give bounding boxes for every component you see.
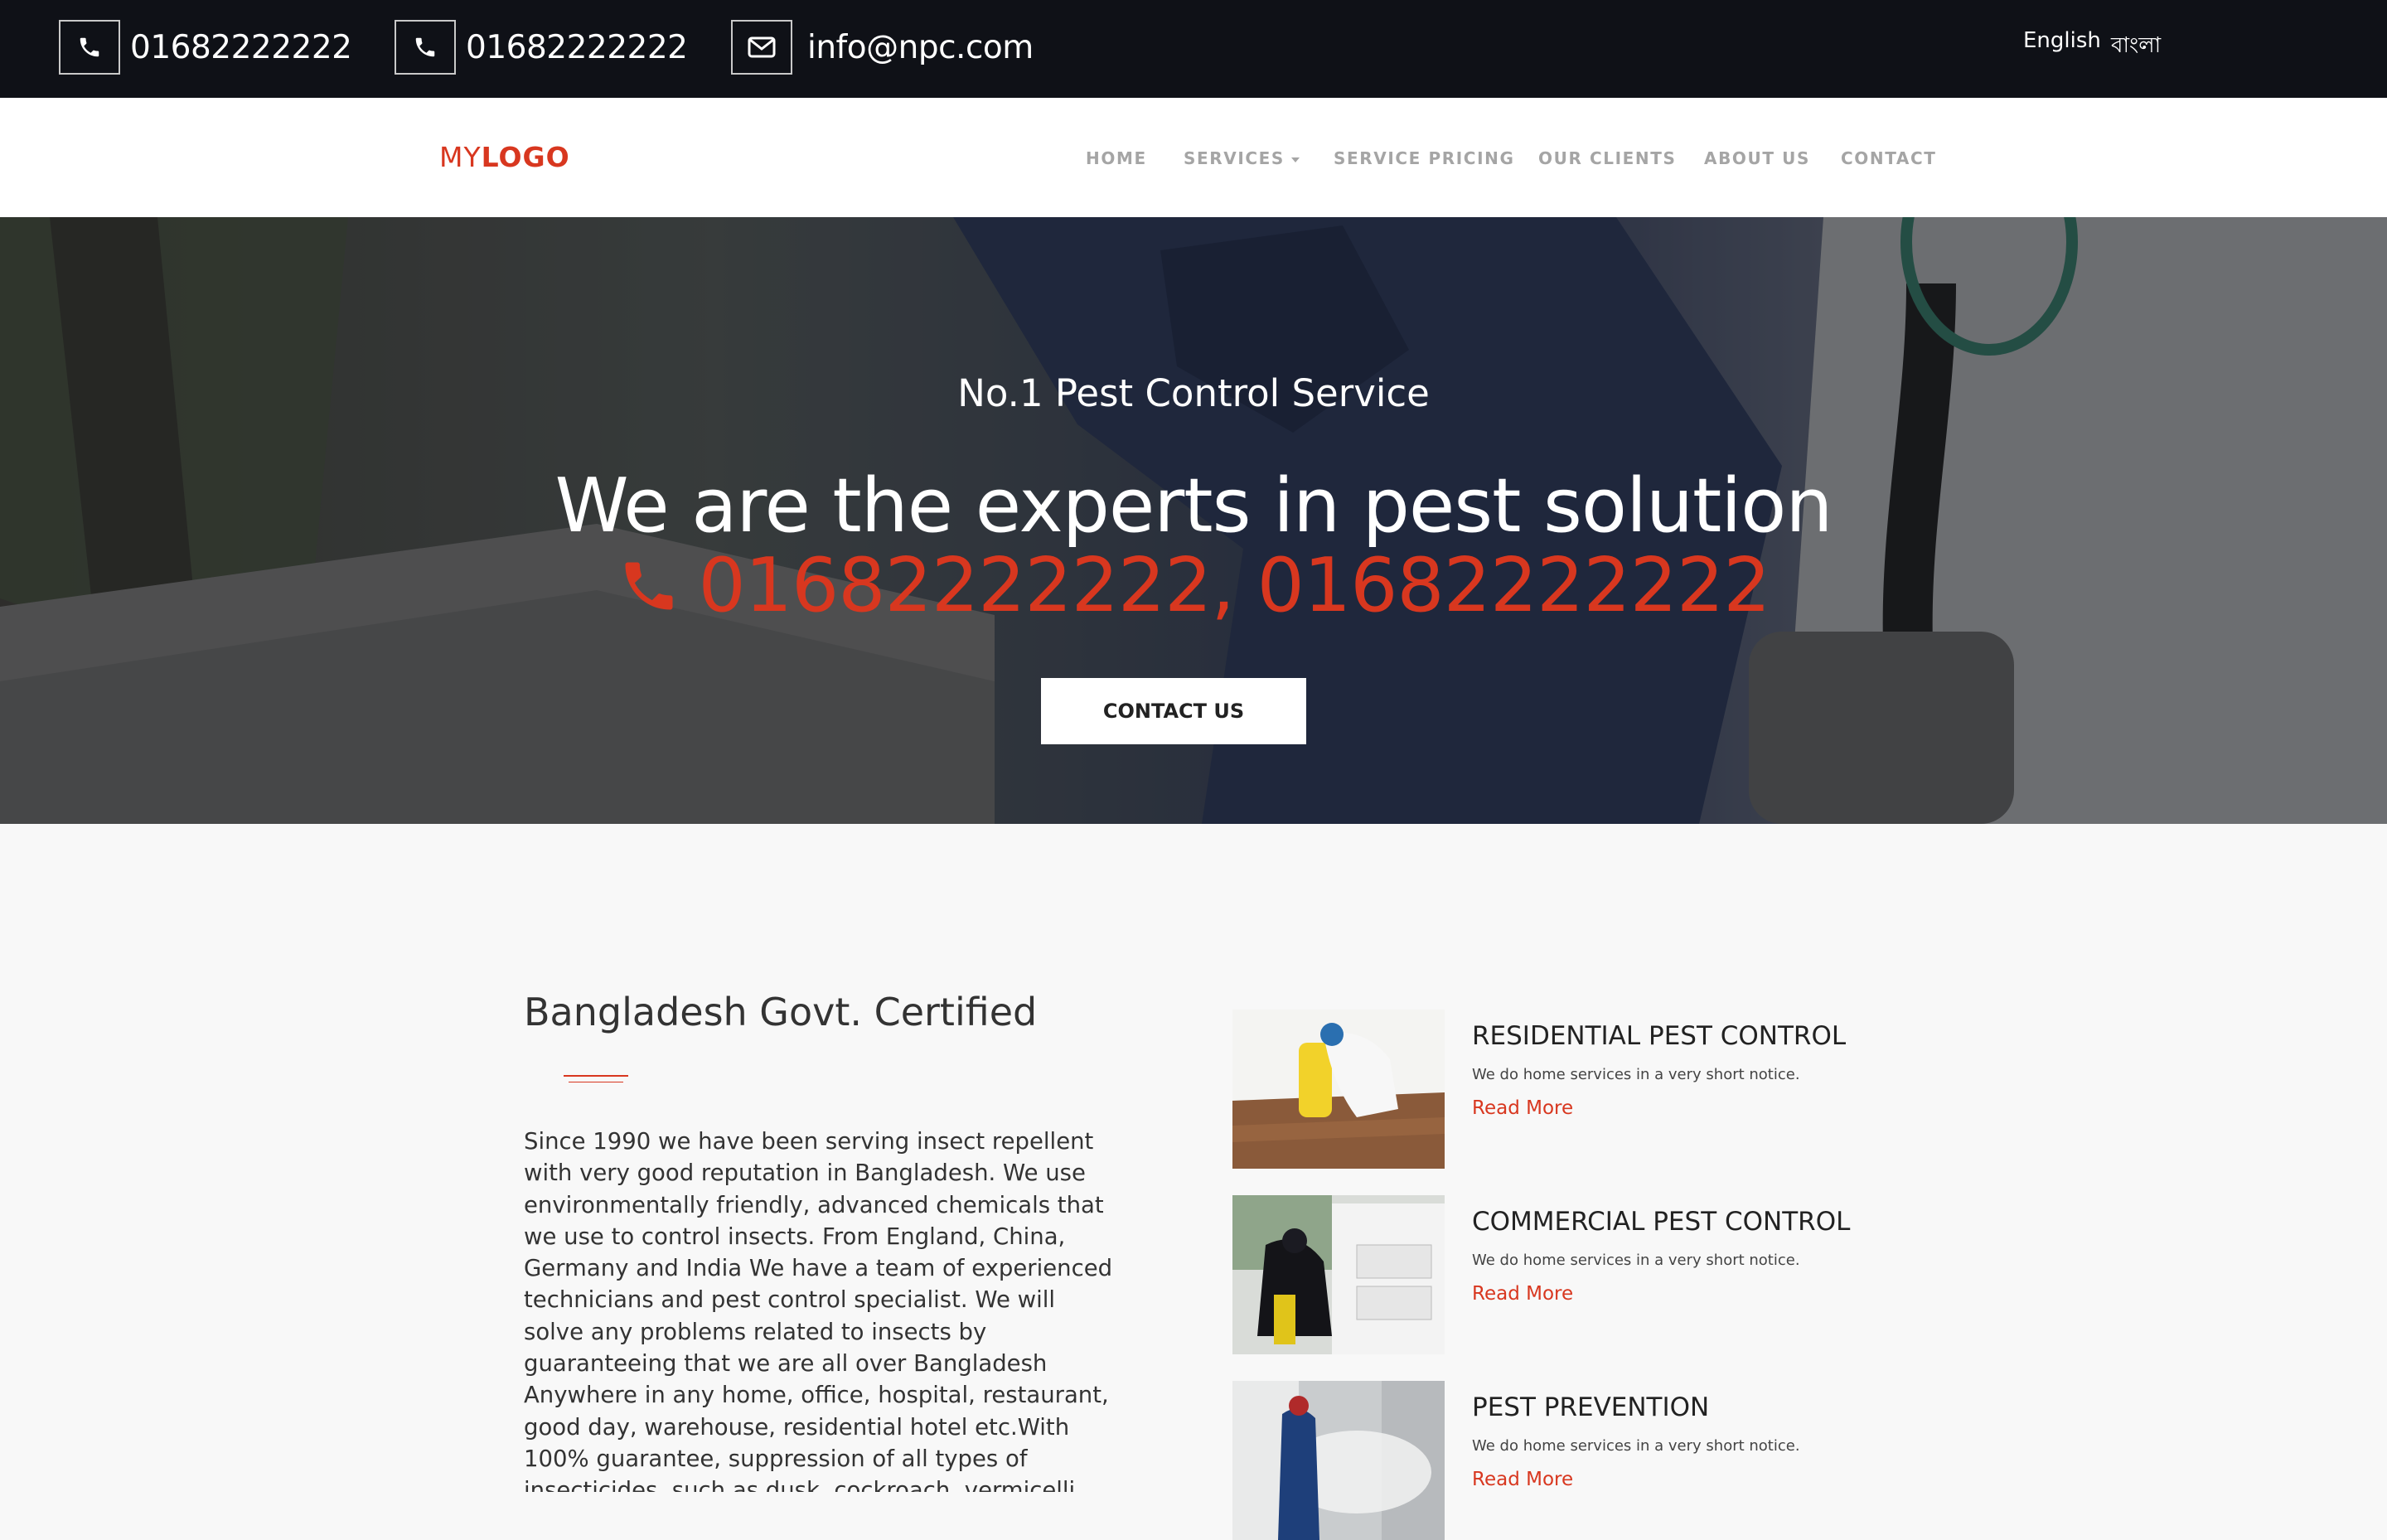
- envelope-icon: [731, 20, 792, 75]
- service-title: PEST PREVENTION: [1472, 1392, 1710, 1422]
- service-title: RESIDENTIAL PEST CONTROL: [1472, 1021, 1847, 1051]
- contact-us-button[interactable]: CONTACT US: [1041, 678, 1306, 744]
- nav-service-pricing[interactable]: SERVICE PRICING: [1334, 148, 1514, 168]
- main-navbar: MYLOGO HOME SERVICES SERVICE PRICING OUR…: [0, 98, 2387, 217]
- site-logo[interactable]: MYLOGO: [439, 141, 570, 173]
- hero-phone-numbers: 01682222222, 01682222222: [698, 542, 1771, 629]
- nav-contact[interactable]: CONTACT: [1841, 148, 1937, 168]
- phone-number-1: 01682222222: [130, 28, 352, 66]
- email-address: info@npc.com: [807, 28, 1034, 66]
- language-english-link[interactable]: English: [2023, 28, 2101, 53]
- caret-down-icon: [1290, 157, 1300, 162]
- phone-icon: [625, 562, 673, 610]
- title-divider: [564, 1075, 628, 1077]
- hero-phone-line: 01682222222, 01682222222: [0, 542, 2387, 629]
- residential-service-image[interactable]: [1232, 1010, 1445, 1169]
- phone-number-2: 01682222222: [466, 28, 688, 66]
- about-paragraph: Since 1990 we have been serving insect r…: [524, 1128, 1113, 1492]
- commercial-service-image[interactable]: [1232, 1195, 1445, 1354]
- service-description: We do home services in a very short noti…: [1472, 1437, 1800, 1455]
- nav-services[interactable]: SERVICES: [1184, 148, 1300, 168]
- top-contact-bar: 01682222222 01682222222 info@npc.com Eng…: [0, 0, 2387, 98]
- phone-icon: [59, 20, 120, 75]
- hero-title: We are the experts in pest solution: [554, 462, 1833, 550]
- phone-contact-1[interactable]: 01682222222: [59, 20, 352, 75]
- read-more-link[interactable]: Read More: [1472, 1469, 1573, 1490]
- hero-subtitle: No.1 Pest Control Service: [957, 371, 1430, 415]
- phone-icon: [395, 20, 456, 75]
- logo-prefix: MY: [439, 141, 482, 173]
- phone-contact-2[interactable]: 01682222222: [395, 20, 688, 75]
- service-description: We do home services in a very short noti…: [1472, 1066, 1800, 1083]
- hero-banner: No.1 Pest Control Service We are the exp…: [0, 217, 2387, 824]
- about-title: Bangladesh Govt. Certified: [524, 990, 1038, 1034]
- nav-home[interactable]: HOME: [1086, 148, 1147, 168]
- service-description: We do home services in a very short noti…: [1472, 1252, 1800, 1269]
- read-more-link[interactable]: Read More: [1472, 1283, 1573, 1305]
- prevention-service-image[interactable]: [1232, 1381, 1445, 1540]
- email-contact[interactable]: info@npc.com: [731, 20, 1034, 75]
- language-bangla-link[interactable]: বাংলা: [2111, 28, 2161, 65]
- nav-about-us[interactable]: ABOUT US: [1704, 148, 1810, 168]
- read-more-link[interactable]: Read More: [1472, 1097, 1573, 1119]
- nav-our-clients[interactable]: OUR CLIENTS: [1538, 148, 1677, 168]
- nav-services-label: SERVICES: [1184, 148, 1285, 168]
- logo-bold: LOGO: [481, 141, 570, 173]
- service-title: COMMERCIAL PEST CONTROL: [1472, 1207, 1851, 1237]
